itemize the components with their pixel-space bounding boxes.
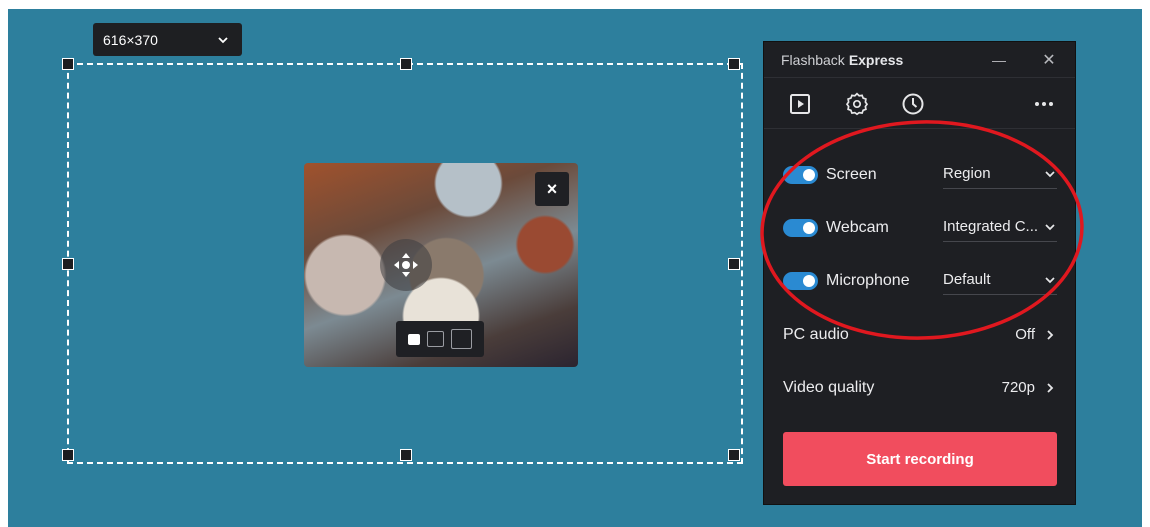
settings-button[interactable] — [844, 91, 870, 117]
source-row-webcam: Webcam Integrated C... — [764, 207, 1075, 247]
webcam-toggle[interactable] — [783, 219, 818, 237]
minimize-icon: — — [992, 51, 1006, 68]
video-quality-value: 720p — [1001, 379, 1035, 396]
webcam-label: Webcam — [826, 219, 889, 236]
webcam-size-medium-option[interactable] — [427, 331, 444, 347]
screen-source-select[interactable]: Region — [943, 165, 1057, 189]
pc-audio-label: PC audio — [783, 326, 849, 343]
resize-handle-top-left[interactable] — [62, 58, 74, 70]
resize-handle-top-right[interactable] — [728, 58, 740, 70]
resize-handle-bottom-right[interactable] — [728, 449, 740, 461]
chevron-right-icon — [1047, 329, 1054, 340]
close-icon: × — [546, 178, 558, 199]
panel-titlebar: Flashback Express — ✕ — [764, 42, 1075, 78]
setting-row-video-quality[interactable]: Video quality 720p — [764, 367, 1075, 407]
microphone-source-value: Default — [943, 271, 991, 288]
app-title-light: Flashback — [781, 51, 845, 68]
resize-handle-bottom-left[interactable] — [62, 449, 74, 461]
webcam-size-small-option[interactable] — [408, 333, 420, 345]
play-button[interactable] — [787, 91, 813, 117]
app-title-bold: Express — [848, 51, 904, 68]
microphone-source-select[interactable]: Default — [943, 271, 1057, 295]
screen-toggle[interactable] — [783, 166, 818, 184]
history-clock-icon — [902, 93, 924, 115]
resize-handle-bottom-center[interactable] — [400, 449, 412, 461]
chevron-down-icon — [1045, 171, 1055, 178]
start-recording-button[interactable]: Start recording — [783, 432, 1057, 486]
chevron-down-icon — [218, 36, 228, 43]
more-options-button[interactable] — [1031, 91, 1057, 117]
source-row-microphone: Microphone Default — [764, 260, 1075, 300]
webcam-size-picker — [396, 321, 484, 357]
video-quality-label: Video quality — [783, 379, 875, 396]
webcam-close-button[interactable]: × — [535, 172, 569, 206]
screen-source-value: Region — [943, 165, 991, 182]
chevron-right-icon — [1047, 382, 1054, 393]
webcam-source-select[interactable]: Integrated C... — [943, 218, 1057, 242]
chevron-down-icon — [1045, 277, 1055, 284]
move-arrows-icon — [394, 253, 418, 277]
setting-row-pc-audio[interactable]: PC audio Off — [764, 314, 1075, 354]
microphone-label: Microphone — [826, 272, 910, 289]
close-icon: ✕ — [1042, 51, 1056, 69]
webcam-size-large-option[interactable] — [451, 329, 472, 349]
microphone-toggle[interactable] — [783, 272, 818, 290]
resize-handle-middle-right[interactable] — [728, 258, 740, 270]
close-button[interactable]: ✕ — [1029, 42, 1069, 77]
play-icon — [790, 94, 810, 114]
move-handle[interactable] — [380, 239, 432, 291]
more-dots-icon — [1035, 102, 1053, 106]
webcam-source-value: Integrated C... — [943, 218, 1039, 235]
panel-toolbar — [764, 78, 1075, 129]
webcam-preview[interactable]: × — [304, 163, 578, 367]
pc-audio-value: Off — [1015, 326, 1035, 343]
resize-handle-middle-left[interactable] — [62, 258, 74, 270]
screen-label: Screen — [826, 166, 877, 183]
settings-gear-icon — [845, 92, 869, 116]
resize-handle-top-center[interactable] — [400, 58, 412, 70]
source-row-screen: Screen Region — [764, 154, 1075, 194]
minimize-button[interactable]: — — [979, 42, 1019, 77]
region-size-label: 616×370 — [103, 31, 158, 48]
region-size-dropdown[interactable]: 616×370 — [93, 23, 242, 56]
recorder-panel: Flashback Express — ✕ Screen Region Webc… — [764, 42, 1075, 504]
history-button[interactable] — [900, 91, 926, 117]
chevron-down-icon — [1045, 224, 1055, 231]
